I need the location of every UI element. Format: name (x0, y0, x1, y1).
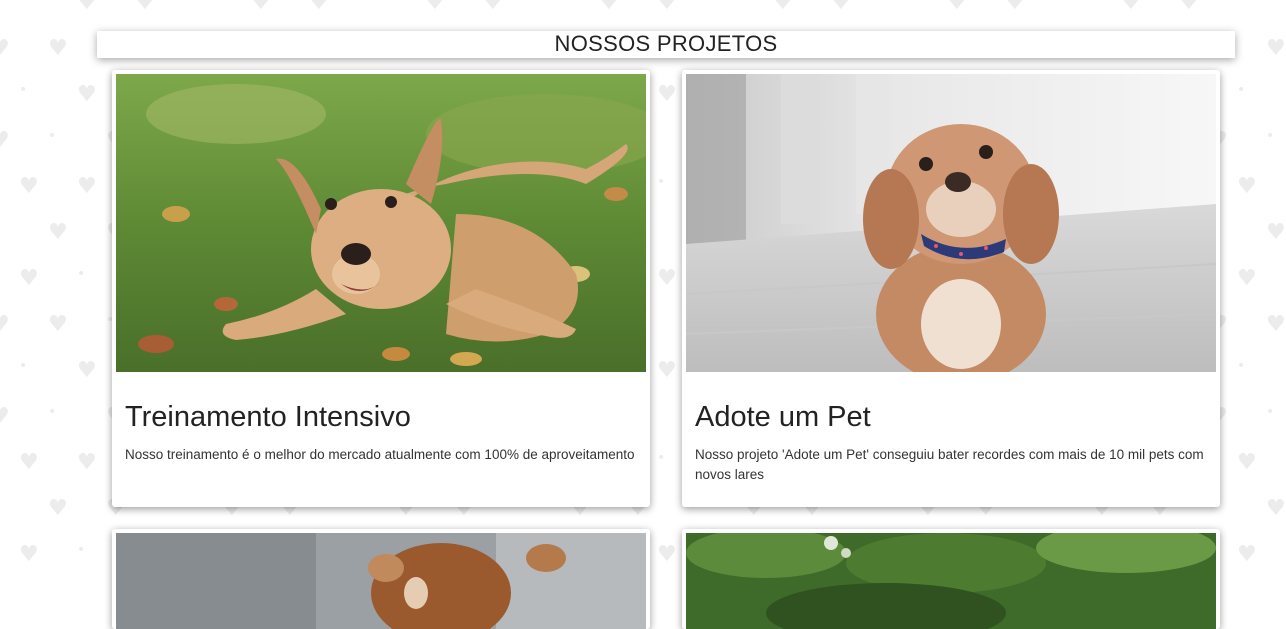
paw-pattern-icon: • (1237, 0, 1245, 6)
paw-pattern-icon: ♥ (425, 0, 445, 15)
card-title: Adote um Pet (695, 401, 871, 433)
paw-pattern-icon: • (657, 174, 666, 190)
paw-pattern-icon: • (77, 266, 86, 282)
paw-pattern-icon: ♥ (0, 36, 10, 61)
paw-pattern-icon: ♥ (19, 266, 39, 291)
paw-pattern-icon: ♥ (773, 0, 793, 15)
paw-pattern-icon: ♥ (77, 450, 97, 475)
paw-pattern-icon: • (48, 404, 57, 420)
paw-pattern-icon: ♥ (1237, 174, 1257, 199)
section-title: NOSSOS PROJETOS (554, 31, 778, 56)
paw-pattern-icon: • (541, 0, 549, 6)
paw-pattern-icon: ♥ (19, 450, 39, 475)
paw-pattern-icon: • (889, 0, 897, 6)
paw-pattern-icon: ♥ (1237, 450, 1257, 475)
fluffy-dog-sitting-photo (686, 74, 1216, 372)
paw-pattern-icon: • (715, 0, 723, 6)
paw-pattern-icon: ♥ (657, 266, 677, 291)
paw-pattern-icon: ♥ (135, 0, 155, 15)
paw-pattern-icon: ♥ (77, 358, 97, 383)
project-card-adoption[interactable]: Adote um Pet Nosso projeto 'Adote um Pet… (682, 70, 1220, 507)
paw-pattern-icon: ♥ (309, 0, 329, 15)
paw-pattern-icon: ♥ (657, 82, 677, 107)
paw-pattern-icon: ♥ (1179, 0, 1199, 15)
card-title: Treinamento Intensivo (125, 401, 411, 433)
paw-pattern-icon: ♥ (48, 220, 68, 245)
section-header: NOSSOS PROJETOS (97, 31, 1235, 58)
paw-pattern-icon: ♥ (77, 82, 97, 107)
paw-pattern-icon: • (193, 0, 201, 6)
paw-pattern-icon: ♥ (1266, 496, 1286, 521)
paw-pattern-icon: ♥ (1237, 542, 1257, 567)
garden-greenery-photo (686, 533, 1216, 629)
paw-pattern-icon: • (1266, 128, 1275, 144)
paw-pattern-icon: ♥ (48, 496, 68, 521)
paw-pattern-icon: • (77, 542, 86, 558)
paw-pattern-icon: ♥ (0, 128, 10, 153)
paw-pattern-icon: • (48, 128, 57, 144)
paw-pattern-icon: • (657, 450, 666, 466)
paw-pattern-icon: ♥ (599, 0, 619, 15)
paw-pattern-icon: • (1237, 358, 1246, 374)
paw-pattern-icon: ♥ (831, 0, 851, 15)
paw-pattern-icon: • (19, 82, 28, 98)
paw-pattern-icon: ♥ (657, 358, 677, 383)
paw-pattern-icon: • (1237, 82, 1246, 98)
paw-pattern-icon: ♥ (657, 0, 677, 15)
paw-pattern-icon: • (1266, 404, 1275, 420)
paw-pattern-icon: ♥ (77, 0, 97, 15)
project-card-third[interactable] (112, 529, 650, 629)
project-card-training[interactable]: Treinamento Intensivo Nosso treinamento … (112, 70, 650, 507)
paw-pattern-icon: ♥ (1266, 312, 1286, 337)
paw-pattern-icon: ♥ (1005, 0, 1025, 15)
small-dog-photo (116, 533, 646, 629)
paw-pattern-icon: • (1063, 0, 1071, 6)
paw-pattern-icon: ♥ (0, 312, 10, 337)
card-description: Nosso treinamento é o melhor do mercado … (125, 447, 635, 462)
paw-pattern-icon: ♥ (19, 174, 39, 199)
paw-pattern-icon: ♥ (19, 542, 39, 567)
paw-pattern-icon: ♥ (251, 0, 271, 15)
paw-pattern-icon: ♥ (48, 36, 68, 61)
paw-pattern-icon: ♥ (1237, 266, 1257, 291)
paw-pattern-icon: ♥ (657, 542, 677, 567)
paw-pattern-icon: • (19, 0, 27, 6)
paw-pattern-icon: • (367, 0, 375, 6)
paw-pattern-icon: ♥ (0, 404, 10, 429)
card-description: Nosso projeto 'Adote um Pet' conseguiu b… (695, 447, 1204, 482)
dog-playing-on-grass-photo (116, 74, 646, 372)
paw-pattern-icon: • (19, 358, 28, 374)
project-card-fourth[interactable] (682, 529, 1220, 629)
paw-pattern-icon: ♥ (947, 0, 967, 15)
paw-pattern-icon: ♥ (483, 0, 503, 15)
paw-pattern-icon: ♥ (1266, 220, 1286, 245)
paw-pattern-icon: ♥ (1121, 0, 1141, 15)
paw-pattern-icon: ♥ (48, 312, 68, 337)
paw-pattern-icon: ♥ (77, 174, 97, 199)
paw-pattern-icon: ♥ (1266, 36, 1286, 61)
